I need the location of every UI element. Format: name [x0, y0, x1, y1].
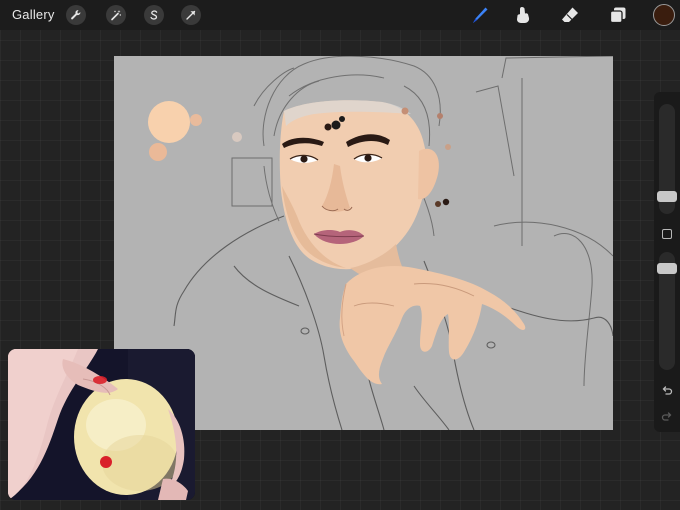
smudge-icon[interactable] [512, 4, 534, 26]
undo-icon[interactable] [660, 384, 674, 398]
eraser-icon[interactable] [559, 4, 581, 26]
opacity-thumb[interactable] [657, 263, 677, 274]
gallery-button[interactable]: Gallery [12, 7, 55, 22]
right-sidebar [654, 92, 680, 432]
reference-image[interactable] [8, 349, 195, 500]
adjustments-wand-icon[interactable] [106, 5, 126, 25]
ear-shape [418, 148, 439, 200]
actions-wrench-icon[interactable] [66, 5, 86, 25]
selection-s-icon[interactable] [144, 5, 164, 25]
brush-icon[interactable] [469, 4, 491, 26]
transform-arrow-icon[interactable] [181, 5, 201, 25]
layers-icon[interactable] [607, 4, 629, 26]
redo-icon[interactable] [660, 410, 674, 424]
reference-photo [8, 349, 195, 500]
top-toolbar: Gallery [0, 0, 680, 30]
brush-size-thumb[interactable] [657, 191, 677, 202]
modify-square-icon[interactable] [662, 229, 672, 239]
color-swatch-button[interactable] [653, 4, 675, 26]
